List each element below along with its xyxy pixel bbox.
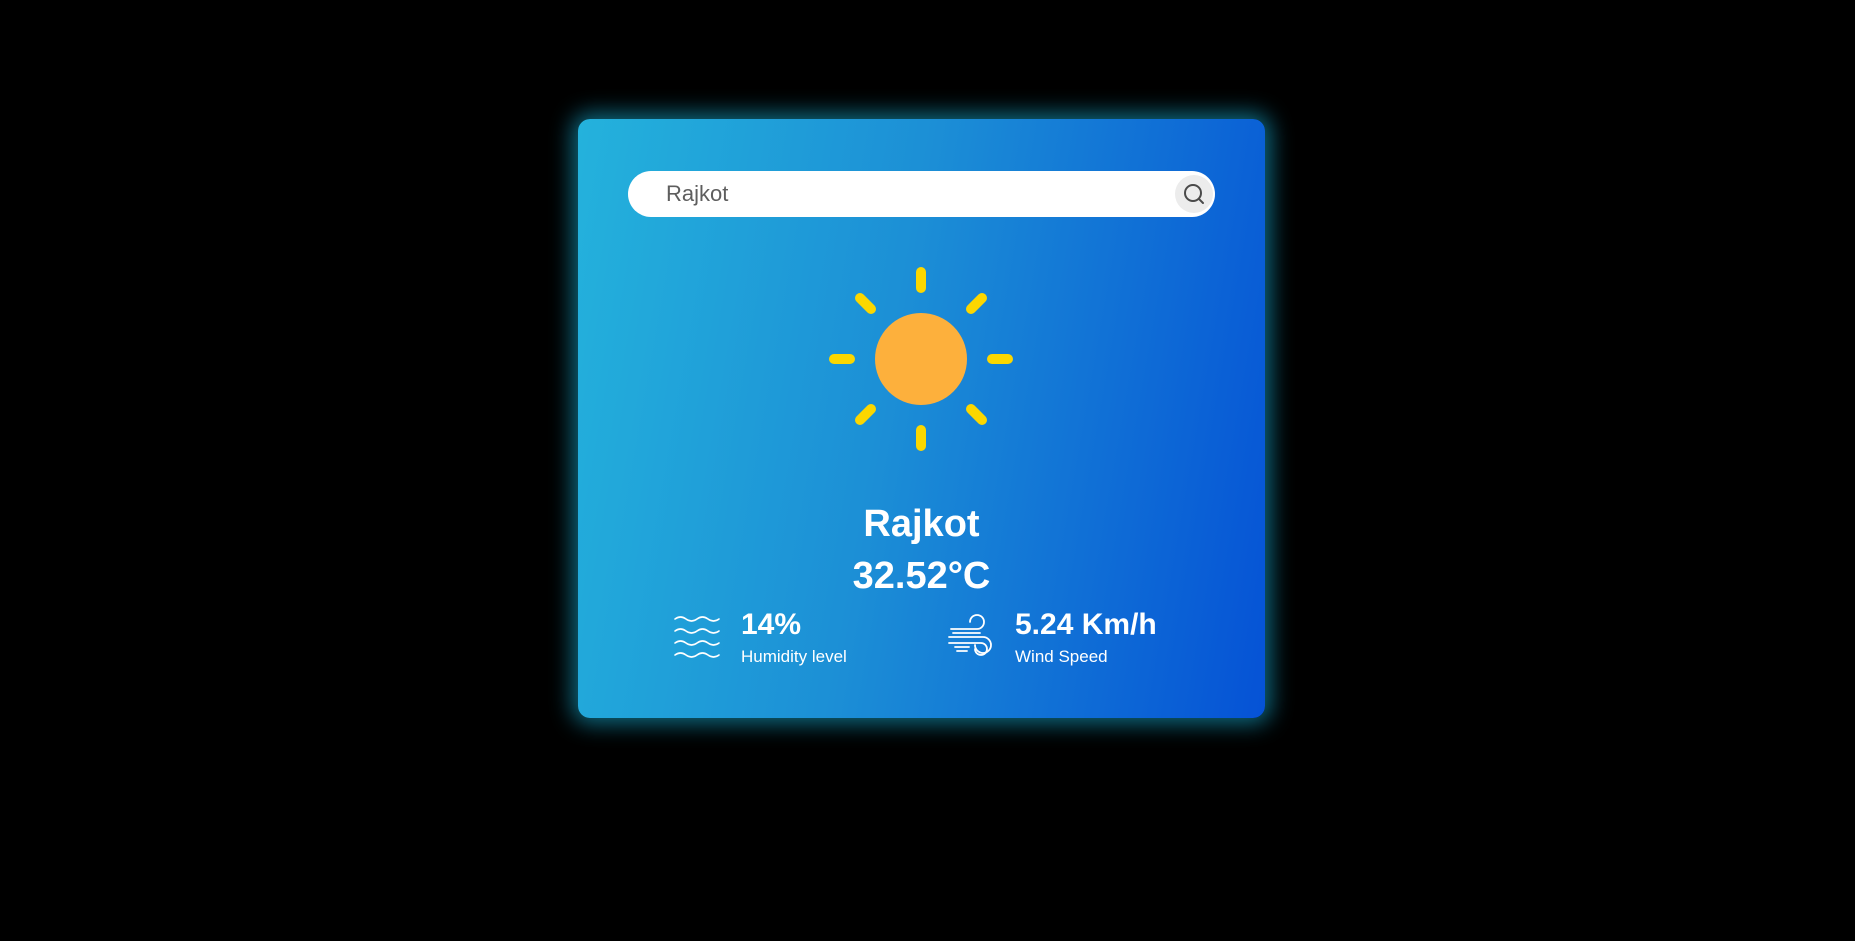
wind-icon bbox=[948, 614, 992, 656]
search-icon bbox=[1184, 184, 1204, 204]
search-input[interactable] bbox=[628, 171, 1148, 217]
humidity-value: 14% bbox=[741, 608, 802, 641]
weather-card: Rajkot 32.52°C 14% Humidity level 5.2 bbox=[578, 119, 1265, 718]
sun-icon bbox=[829, 267, 1013, 451]
temperature: 32.52°C bbox=[852, 555, 991, 597]
humidity-label: Humidity level bbox=[741, 647, 847, 666]
wind-label: Wind Speed bbox=[1015, 647, 1108, 666]
city-name: Rajkot bbox=[863, 503, 980, 545]
wind-value: 5.24 Km/h bbox=[1015, 608, 1157, 641]
humidity-waves-icon bbox=[674, 616, 720, 658]
search-button[interactable] bbox=[1175, 175, 1213, 213]
search-bar bbox=[628, 171, 1215, 217]
